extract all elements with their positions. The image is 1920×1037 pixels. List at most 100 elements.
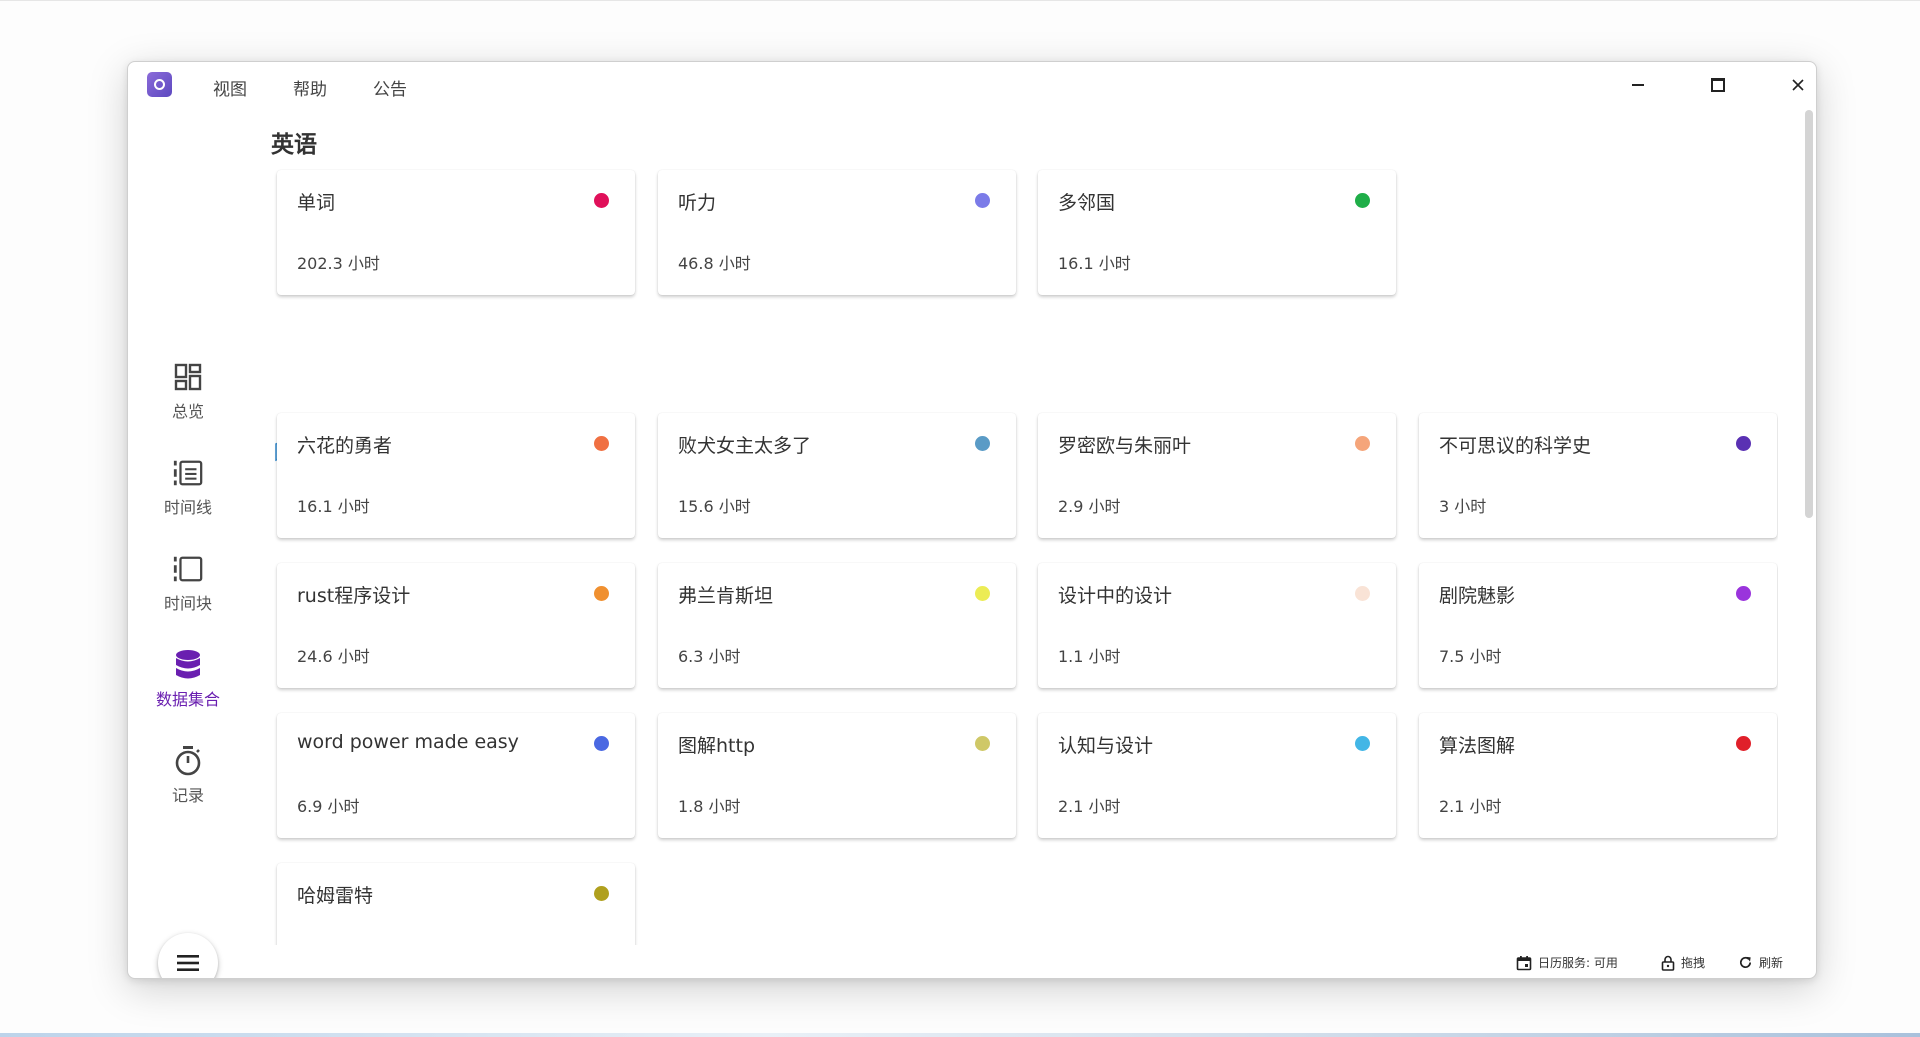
card-hours: 15.6 小时 [678, 497, 751, 516]
dataset-card[interactable]: 听力 46.8 小时 [658, 170, 1016, 295]
minimize-button[interactable] [1618, 70, 1658, 100]
app-window: 视图 帮助 公告 总览 时间线 时间块 数据集合 记录 英语 单词 202.3 … [127, 61, 1817, 979]
card-name: 败犬女主太多了 [678, 435, 812, 457]
calendar-icon [1516, 955, 1532, 970]
card-hours: 2.1 小时 [1058, 797, 1121, 816]
card-hours: 46.8 小时 [678, 254, 751, 273]
color-dot [975, 436, 990, 451]
card-name: 算法图解 [1439, 735, 1516, 757]
color-dot [594, 586, 609, 601]
card-name: 六花的勇者 [297, 435, 393, 457]
sidebar-item-record[interactable]: 记录 [138, 744, 238, 824]
card-hours: 2.1 小时 [1439, 797, 1502, 816]
sidebar-item-overview[interactable]: 总览 [138, 360, 238, 440]
sidebar-item-label: 记录 [171, 786, 204, 805]
sidebar-item-label: 总览 [171, 402, 204, 421]
dataset-card[interactable]: 认知与设计 2.1 小时 [1038, 713, 1396, 838]
card-name: word power made easy [297, 731, 519, 753]
color-dot [1355, 436, 1370, 451]
sidebar-item-datasets[interactable]: 数据集合 [138, 648, 238, 728]
color-dot [975, 736, 990, 751]
timer-icon [172, 744, 204, 778]
card-hours: 1.1 小时 [1058, 647, 1121, 666]
section-title: 英语 [271, 132, 317, 158]
title-bar: 视图 帮助 公告 [128, 62, 1816, 110]
calendar-status-label: 日历服务: 可用 [1538, 956, 1618, 970]
color-dot [594, 886, 609, 901]
dataset-card[interactable]: 多邻国 16.1 小时 [1038, 170, 1396, 295]
menu-notice[interactable]: 公告 [373, 75, 407, 100]
sidebar-nav: 总览 时间线 时间块 数据集合 记录 [128, 110, 248, 978]
sidebar-item-label: 时间线 [163, 498, 212, 517]
sidebar-item-label: 数据集合 [155, 690, 220, 709]
card-name: 哈姆雷特 [297, 885, 374, 907]
color-dot [594, 736, 609, 751]
dataset-card[interactable]: 败犬女主太多了 15.6 小时 [658, 413, 1016, 538]
card-hours: 202.3 小时 [297, 254, 380, 273]
card-name: 不可思议的科学史 [1439, 435, 1592, 457]
dataset-card[interactable]: 算法图解 2.1 小时 [1419, 713, 1777, 838]
drag-label: 拖拽 [1681, 956, 1706, 970]
sidebar-item-time-block[interactable]: 时间块 [138, 552, 238, 632]
menu-view[interactable]: 视图 [213, 75, 247, 100]
refresh-icon [1740, 956, 1752, 968]
desktop-background: 视图 帮助 公告 总览 时间线 时间块 数据集合 记录 英语 单词 202.3 … [0, 0, 1920, 1037]
time-block-icon [172, 552, 204, 586]
color-dot [975, 193, 990, 208]
color-dot [1355, 736, 1370, 751]
sidebar-item-timeline[interactable]: 时间线 [138, 456, 238, 536]
refresh-label: 刷新 [1759, 956, 1784, 970]
content-scrollbar[interactable] [1802, 110, 1814, 945]
dataset-card[interactable]: 罗密欧与朱丽叶 2.9 小时 [1038, 413, 1396, 538]
drag-toggle[interactable]: 拖拽 [1661, 954, 1705, 971]
card-name: 罗密欧与朱丽叶 [1058, 435, 1192, 457]
card-hours: 3 小时 [1439, 497, 1487, 516]
dataset-card[interactable]: 弗兰肯斯坦 6.3 小时 [658, 563, 1016, 688]
color-dot [1736, 736, 1751, 751]
maximize-button[interactable] [1698, 70, 1738, 100]
refresh-button[interactable]: 刷新 [1738, 954, 1783, 971]
dataset-card[interactable]: word power made easy 6.9 小时 [277, 713, 635, 838]
sidebar-item-label: 时间块 [163, 594, 212, 613]
card-hours: 2.9 小时 [1058, 497, 1121, 516]
screen-top-edge [0, 0, 1920, 1]
menu-help[interactable]: 帮助 [293, 75, 327, 100]
dataset-card[interactable]: rust程序设计 24.6 小时 [277, 563, 635, 688]
status-bar: 日历服务: 可用 拖拽 刷新 [128, 952, 1816, 976]
dataset-card[interactable]: 设计中的设计 1.1 小时 [1038, 563, 1396, 688]
card-name: rust程序设计 [297, 585, 411, 607]
color-dot [1355, 193, 1370, 208]
card-name: 多邻国 [1058, 192, 1116, 214]
card-hours: 24.6 小时 [297, 647, 370, 666]
calendar-service-status[interactable]: 日历服务: 可用 [1516, 954, 1618, 971]
card-name: 单词 [297, 192, 336, 214]
card-hours: 16.1 小时 [1058, 254, 1131, 273]
card-hours: 6.9 小时 [297, 797, 360, 816]
card-hours: 1.8 小时 [678, 797, 741, 816]
dataset-card[interactable]: 剧院魅影 7.5 小时 [1419, 563, 1777, 688]
color-dot [1736, 436, 1751, 451]
dataset-card[interactable]: 不可思议的科学史 3 小时 [1419, 413, 1777, 538]
color-dot [1736, 586, 1751, 601]
dataset-card[interactable]: 图解http 1.8 小时 [658, 713, 1016, 838]
dataset-card[interactable]: 单词 202.3 小时 [277, 170, 635, 295]
dataset-card[interactable]: 六花的勇者 16.1 小时 [277, 413, 635, 538]
dataset-card[interactable]: 哈姆雷特 [277, 863, 635, 945]
scrollbar-thumb[interactable] [1805, 110, 1813, 518]
color-dot [1355, 586, 1370, 601]
lock-icon [1661, 955, 1675, 971]
card-name: 认知与设计 [1058, 735, 1154, 757]
color-dot [594, 193, 609, 208]
card-name: 弗兰肯斯坦 [678, 585, 774, 607]
close-button[interactable] [1778, 70, 1816, 100]
color-dot [594, 436, 609, 451]
card-name: 图解http [678, 735, 756, 757]
card-name: 剧院魅影 [1439, 585, 1516, 607]
card-hours: 6.3 小时 [678, 647, 741, 666]
timeline-icon [172, 456, 204, 490]
card-name: 设计中的设计 [1058, 585, 1173, 607]
card-hours: 7.5 小时 [1439, 647, 1502, 666]
database-icon [172, 648, 204, 682]
app-logo-icon [147, 72, 172, 97]
close-icon [1792, 79, 1804, 91]
